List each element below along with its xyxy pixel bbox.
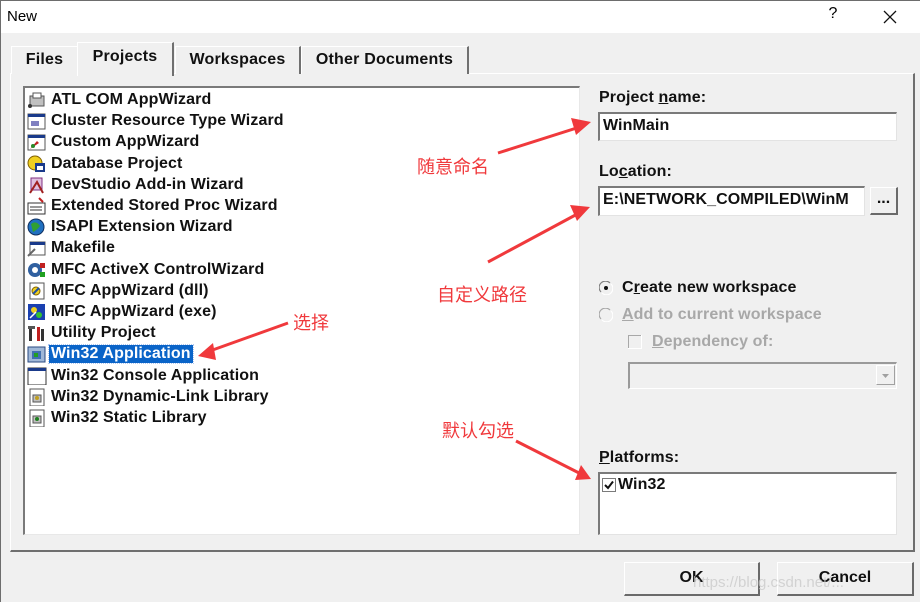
- project-type-item[interactable]: DevStudio Add-in Wizard: [27, 175, 246, 195]
- help-button[interactable]: ?: [823, 5, 843, 29]
- devstudio-addin-icon: [27, 176, 47, 194]
- project-name-label: Project name:: [599, 89, 707, 106]
- location-input[interactable]: E:\NETWORK_COMPILED\WinM: [598, 186, 865, 216]
- dll-library-icon: [27, 388, 47, 407]
- database-project-icon: [27, 155, 47, 173]
- utility-tools-icon: [27, 324, 47, 342]
- project-type-item[interactable]: Win32 Console Application: [27, 366, 261, 386]
- close-button[interactable]: [877, 5, 903, 29]
- project-type-label: MFC AppWizard (exe): [51, 303, 217, 320]
- cluster-resource-icon: [27, 112, 47, 130]
- project-type-item[interactable]: Database Project: [27, 154, 184, 174]
- close-icon: [883, 10, 897, 24]
- dependency-combo[interactable]: [628, 362, 897, 389]
- project-type-label: Makefile: [51, 239, 115, 257]
- project-name-input[interactable]: WinMain: [598, 112, 897, 141]
- project-type-label: Win32 Application: [48, 344, 194, 365]
- create-new-workspace-radio[interactable]: [598, 280, 614, 296]
- create-new-workspace-label: Create new workspace: [622, 279, 797, 296]
- platforms-list[interactable]: Win32: [598, 472, 897, 535]
- tab-projects[interactable]: Projects: [77, 42, 174, 76]
- window-title: New: [7, 8, 38, 25]
- project-type-item[interactable]: ISAPI Extension Wizard: [27, 217, 235, 237]
- mfc-exe-icon: [27, 303, 47, 321]
- add-to-current-workspace-label: Add to current workspace: [622, 306, 822, 323]
- project-type-item[interactable]: MFC AppWizard (dll): [27, 281, 211, 301]
- location-label: Location:: [599, 163, 672, 180]
- project-type-label: DevStudio Add-in Wizard: [51, 175, 244, 193]
- project-type-item[interactable]: MFC AppWizard (exe): [27, 302, 219, 322]
- mfc-activex-icon: [27, 261, 47, 279]
- title-bar: New ?: [1, 0, 920, 33]
- annotation-select-hint: 选择: [293, 313, 329, 334]
- atl-com-icon: [27, 91, 47, 109]
- project-type-item[interactable]: Cluster Resource Type Wizard: [27, 111, 286, 131]
- project-type-item[interactable]: Custom AppWizard: [27, 132, 201, 152]
- project-type-item[interactable]: Makefile: [27, 238, 117, 258]
- project-type-item[interactable]: Utility Project: [27, 323, 158, 343]
- project-type-label: Win32 Console Application: [51, 366, 259, 384]
- static-library-icon: [27, 409, 47, 428]
- new-dialog: New ? Files Projects Workspaces Other Do…: [0, 0, 920, 602]
- browse-button[interactable]: ...: [870, 187, 898, 215]
- console-window-icon: [27, 367, 47, 386]
- win32-app-icon: [27, 345, 47, 363]
- project-type-label: Database Project: [51, 154, 183, 172]
- project-type-label: Cluster Resource Type Wizard: [51, 112, 284, 130]
- project-type-label: Win32 Dynamic-Link Library: [51, 387, 269, 405]
- project-type-item[interactable]: Win32 Application: [27, 344, 194, 365]
- custom-appwizard-icon: [27, 133, 47, 151]
- project-type-item[interactable]: MFC ActiveX ControlWizard: [27, 260, 266, 280]
- radio-selected-icon: [598, 280, 614, 296]
- combo-dropdown-button[interactable]: [876, 365, 895, 385]
- dependency-checkbox[interactable]: [628, 335, 642, 349]
- project-type-item[interactable]: Extended Stored Proc Wizard: [27, 196, 280, 216]
- project-type-label: MFC AppWizard (dll): [51, 281, 209, 299]
- platforms-label: Platforms:: [599, 449, 680, 466]
- chevron-down-icon: [882, 374, 889, 378]
- project-type-label: Utility Project: [51, 324, 156, 342]
- platform-item-win32[interactable]: Win32: [602, 476, 667, 494]
- project-type-label: ATL COM AppWizard: [51, 91, 212, 108]
- tab-files[interactable]: Files: [11, 46, 79, 74]
- project-type-label: Custom AppWizard: [51, 133, 200, 151]
- project-type-label: Extended Stored Proc Wizard: [51, 197, 278, 214]
- cancel-button[interactable]: Cancel: [777, 562, 914, 596]
- project-type-item[interactable]: ATL COM AppWizard: [27, 90, 213, 110]
- project-type-item[interactable]: Win32 Static Library: [27, 408, 209, 428]
- add-to-current-workspace-radio[interactable]: [598, 307, 614, 323]
- tab-workspaces[interactable]: Workspaces: [175, 46, 301, 74]
- project-type-label: MFC ActiveX ControlWizard: [51, 260, 265, 278]
- platform-label: Win32: [618, 476, 666, 493]
- annotation-default-hint: 默认勾选: [442, 421, 514, 442]
- tab-other-documents[interactable]: Other Documents: [301, 46, 469, 74]
- ok-button[interactable]: OK: [624, 562, 760, 596]
- checkbox-empty-icon: [628, 335, 642, 349]
- project-type-item[interactable]: Win32 Dynamic-Link Library: [27, 387, 271, 407]
- project-type-label: Win32 Static Library: [51, 409, 207, 426]
- checkbox-checked-icon[interactable]: [602, 478, 616, 492]
- isapi-globe-icon: [27, 218, 47, 236]
- stored-proc-icon: [27, 197, 47, 215]
- radio-unselected-icon: [598, 307, 614, 323]
- annotation-path-hint: 自定义路径: [437, 285, 527, 306]
- mfc-dll-icon: [27, 282, 47, 300]
- project-type-label: ISAPI Extension Wizard: [51, 218, 233, 236]
- dependency-label: Dependency of:: [652, 333, 774, 350]
- makefile-icon: [27, 239, 47, 258]
- annotation-name-hint: 随意命名: [417, 157, 489, 178]
